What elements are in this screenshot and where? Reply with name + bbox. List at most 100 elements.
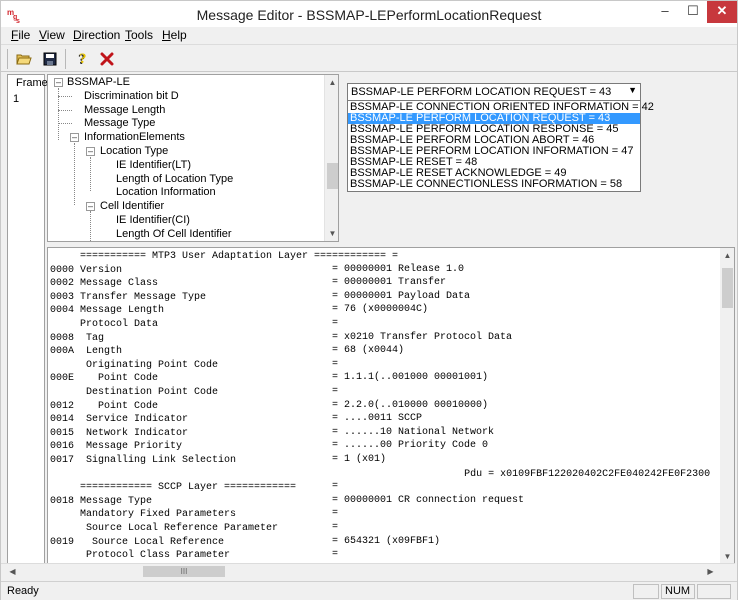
menu-help[interactable]: Help — [162, 28, 187, 42]
decode-value: = x0210 Transfer Protocol Data — [332, 331, 513, 343]
scroll-left-arrow-icon[interactable]: ◀ — [5, 564, 20, 579]
decode-field: =========== MTP3 User Adaptation Layer =… — [50, 251, 399, 262]
tree-connector — [74, 143, 75, 205]
decode-output-pane[interactable]: =========== MTP3 User Adaptation Layer =… — [47, 247, 735, 578]
decode-field: ============ SCCP Layer ============ — [50, 482, 297, 494]
tree-vertical-scrollbar[interactable]: ▲ ▼ — [324, 75, 338, 241]
scroll-up-arrow-icon[interactable]: ▲ — [720, 248, 734, 263]
decode-value: = 2.2.0(..010000 00010000) — [332, 399, 489, 411]
menu-tools[interactable]: Tools — [125, 28, 153, 42]
scroll-thumb[interactable] — [722, 268, 733, 308]
scroll-right-arrow-icon[interactable]: ▶ — [703, 564, 718, 579]
chevron-down-icon[interactable]: ▼ — [628, 85, 637, 95]
tree-node-bssmap-le[interactable]: BSSMAP-LE — [67, 76, 130, 88]
tree-node-location-information[interactable]: Location Information — [116, 186, 216, 198]
tree-collapse-toggle[interactable]: – — [86, 202, 95, 211]
dropdown-option[interactable]: BSSMAP-LE CONNECTIONLESS INFORMATION = 5… — [348, 179, 640, 190]
decode-field: 0003 Transfer Message Type — [50, 291, 207, 303]
status-cell-empty — [697, 584, 731, 599]
tree-connector — [58, 110, 72, 111]
tree-connector — [58, 96, 72, 97]
menu-direction[interactable]: Direction — [73, 28, 120, 42]
frame-list-pane[interactable]: Frame 1 — [7, 74, 48, 578]
scroll-down-arrow-icon[interactable]: ▼ — [720, 549, 734, 564]
message-tree-pane[interactable]: – BSSMAP-LE Discrimination bit D Message… — [47, 74, 339, 242]
decode-value: = — [332, 386, 339, 397]
toolbar-grip — [7, 49, 8, 69]
tree-connector — [90, 157, 91, 191]
menu-bar: File View Direction Tools Help — [1, 27, 737, 43]
tree-connector — [90, 211, 91, 241]
decode-field: 0002 Message Class — [50, 278, 159, 290]
tree-node-discrimination-bit[interactable]: Discrimination bit D — [84, 90, 179, 102]
minimize-button[interactable]: – — [651, 1, 679, 23]
maximize-button[interactable]: ☐ — [679, 1, 707, 23]
scroll-up-arrow-icon[interactable]: ▲ — [325, 75, 338, 90]
decode-field: 0015 Network Indicator — [50, 427, 189, 439]
scroll-thumb[interactable] — [327, 163, 338, 189]
message-type-dropdown-list[interactable]: BSSMAP-LE CONNECTION ORIENTED INFORMATIO… — [347, 100, 654, 192]
menu-file[interactable]: File — [11, 28, 30, 42]
frame-item[interactable]: 1 — [13, 93, 19, 105]
decode-field: 0017 Signalling Link Selection — [50, 455, 237, 466]
tree-node-cell-identifier[interactable]: Cell Identifier — [100, 200, 164, 212]
decode-field: 0019 Source Local Reference — [50, 536, 225, 548]
scroll-down-arrow-icon[interactable]: ▼ — [325, 226, 338, 241]
decode-value: = — [332, 318, 339, 329]
status-num-indicator: NUM — [661, 584, 695, 599]
delete-button[interactable] — [96, 48, 118, 70]
decode-vertical-scrollbar[interactable]: ▲ ▼ — [720, 248, 734, 564]
tree-collapse-toggle[interactable]: – — [54, 78, 63, 87]
close-icon: ✕ — [716, 3, 728, 18]
decode-value: = — [332, 522, 339, 533]
decode-field: 0000 Version — [50, 264, 123, 276]
toolbar-separator — [65, 49, 66, 69]
decode-value: = 1.1.1(..001000 00001001) — [332, 372, 489, 384]
tree-node-length-location-type[interactable]: Length of Location Type — [116, 173, 233, 185]
message-editor-window: m g s Message Editor - BSSMAP-LEPerformL… — [0, 0, 738, 600]
tree-connector — [58, 123, 72, 124]
scroll-thumb[interactable]: III — [143, 566, 225, 577]
decode-value: = 1 (x01) — [332, 454, 387, 465]
decode-field: 0008 Tag — [50, 332, 105, 344]
decode-value: = 00000001 Transfer — [332, 277, 447, 289]
save-button[interactable] — [39, 48, 61, 70]
decode-value: = 00000001 CR connection request — [332, 494, 525, 506]
status-text: Ready — [7, 585, 39, 597]
svg-text:?: ? — [79, 51, 87, 67]
status-bar: Ready NUM — [1, 581, 737, 600]
close-window-button[interactable]: ✕ — [707, 1, 737, 23]
tree-node-ie-identifier-lt[interactable]: IE Identifier(LT) — [116, 159, 191, 171]
help-button[interactable]: ? ? — [72, 48, 94, 70]
save-disk-icon — [43, 52, 57, 66]
tree-collapse-toggle[interactable]: – — [86, 147, 95, 156]
minimize-icon: – — [661, 3, 669, 18]
help-question-icon: ? ? — [78, 51, 87, 67]
decode-field: Destination Point Code — [50, 387, 219, 398]
decode-field: Protocol Class Parameter — [50, 550, 231, 562]
tree-node-ie-identifier-ci[interactable]: IE Identifier(CI) — [116, 214, 190, 226]
tree-node-length-cell-identifier[interactable]: Length Of Cell Identifier — [116, 228, 232, 240]
toolbar: ? ? — [1, 44, 737, 72]
tree-collapse-toggle[interactable]: – — [70, 133, 79, 142]
decode-field: Source Local Reference Parameter — [50, 523, 279, 534]
message-type-select[interactable]: BSSMAP-LE PERFORM LOCATION REQUEST = 43 … — [347, 83, 641, 101]
tree-node-message-type[interactable]: Message Type — [84, 117, 155, 129]
tree-node-information-elements[interactable]: InformationElements — [84, 131, 185, 143]
status-cell-empty — [633, 584, 659, 599]
menu-view[interactable]: View — [39, 28, 65, 42]
decode-value: = — [332, 481, 339, 493]
open-folder-icon — [16, 54, 32, 65]
open-button[interactable] — [13, 48, 35, 70]
tree-node-location-type[interactable]: Location Type — [100, 145, 168, 157]
decode-value: = — [332, 358, 339, 370]
decode-value: = ......10 National Network — [332, 426, 495, 438]
horizontal-scrollbar[interactable]: ◀ III ▶ — [1, 563, 735, 578]
decode-field: 0012 Point Code — [50, 400, 159, 412]
message-type-selected-value: BSSMAP-LE PERFORM LOCATION REQUEST = 43 — [351, 86, 612, 98]
close-x-icon — [100, 52, 114, 66]
decode-field: Pdu = x0109FBF122020402C2FE040242FE0F230… — [50, 468, 711, 480]
decode-value: = 654321 (x09FBF1) — [332, 535, 441, 547]
tree-node-message-length[interactable]: Message Length — [84, 104, 165, 116]
decode-field: Protocol Data — [50, 319, 159, 330]
